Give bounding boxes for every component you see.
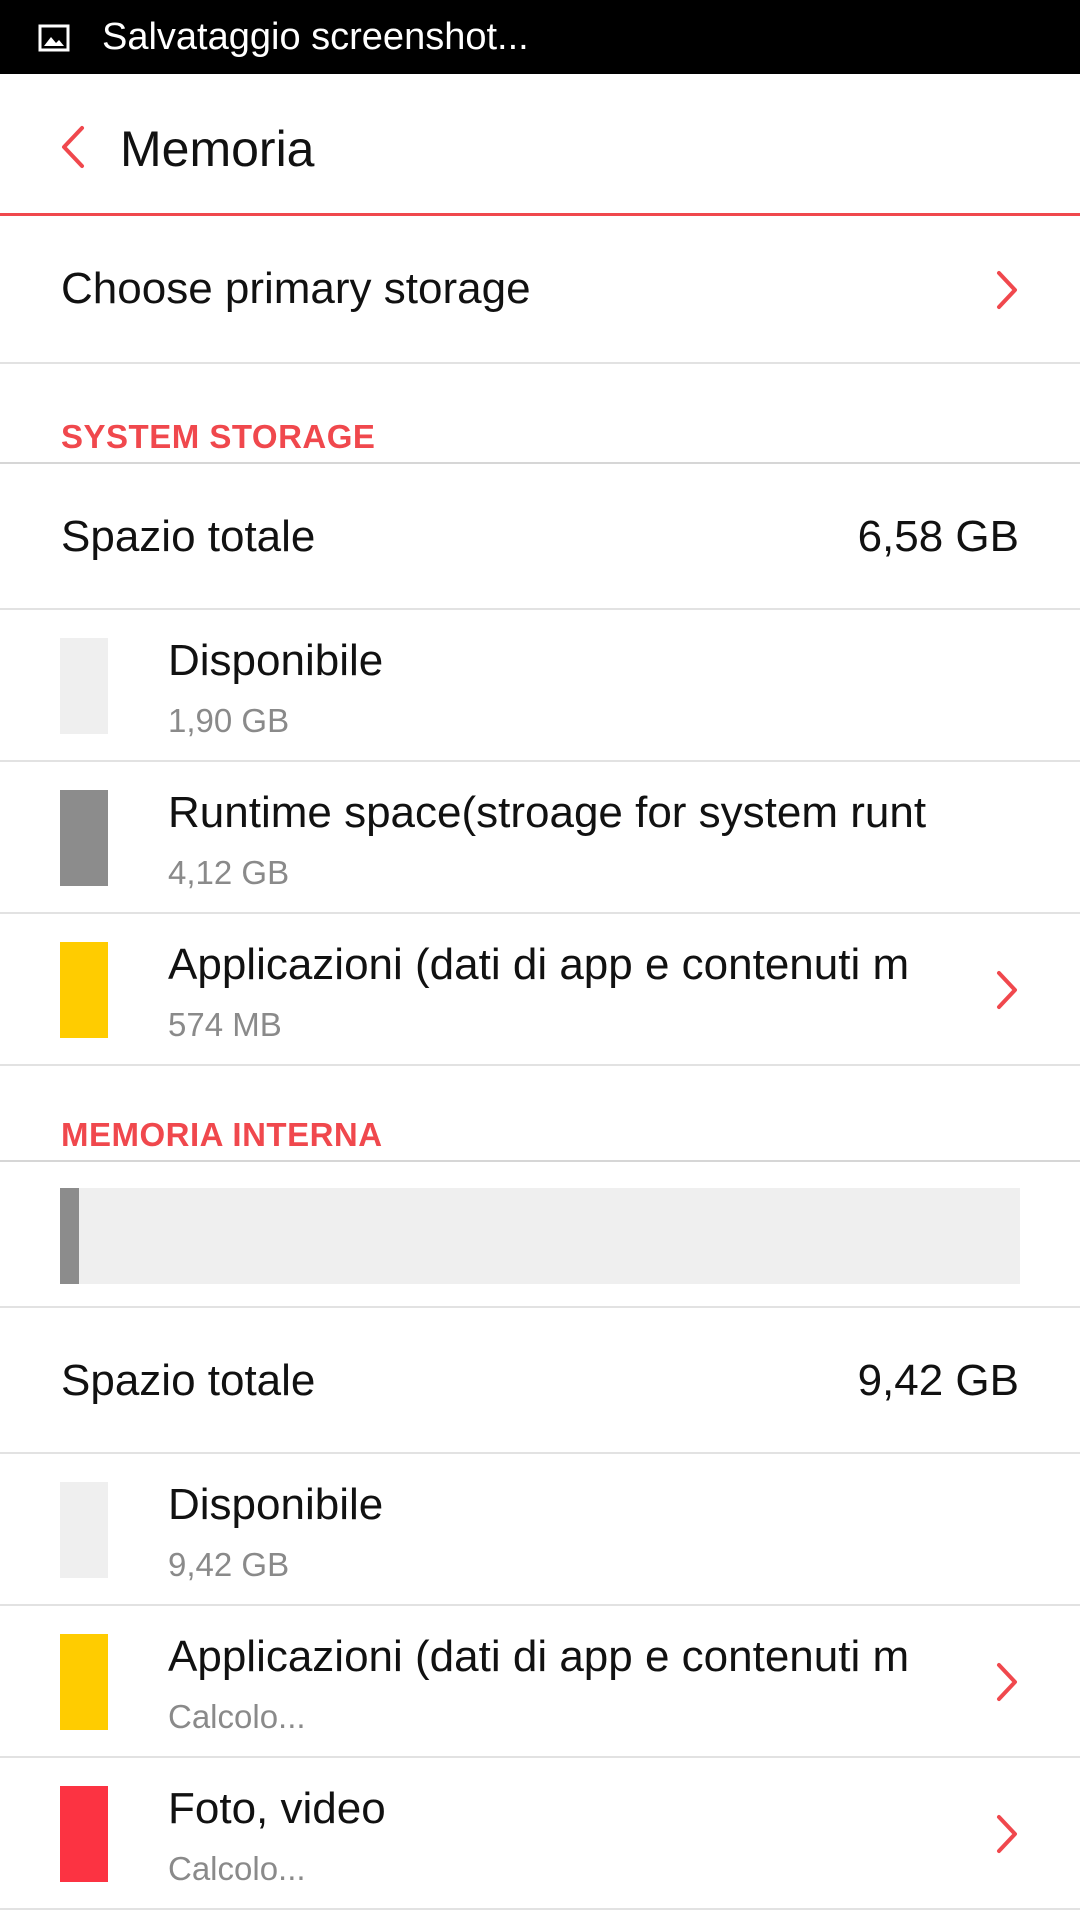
- item-size: Calcolo...: [168, 1698, 306, 1735]
- system-total-row: Spazio totale 6,58 GB: [0, 464, 1080, 610]
- status-text: Salvataggio screenshot...: [102, 16, 529, 58]
- choose-primary-storage-label: Choose primary storage: [61, 264, 531, 313]
- color-swatch: [60, 942, 108, 1038]
- chevron-right-icon: [997, 271, 1017, 309]
- color-swatch: [60, 1786, 108, 1882]
- item-size: 1,90 GB: [168, 702, 290, 739]
- section-title: SYSTEM STORAGE: [61, 418, 376, 455]
- chevron-left-icon[interactable]: [58, 124, 88, 170]
- item-title: Foto, video: [168, 1784, 386, 1833]
- app-bar: Memoria: [0, 74, 1080, 216]
- color-swatch: [60, 790, 108, 886]
- total-space-label: Spazio totale: [61, 1356, 316, 1405]
- item-title: Disponibile: [168, 636, 384, 685]
- chevron-right-icon: [997, 971, 1017, 1009]
- color-swatch: [60, 1634, 108, 1730]
- item-size: 9,42 GB: [168, 1546, 290, 1583]
- page-title: Memoria: [120, 121, 315, 177]
- storage-item-apps[interactable]: Applicazioni (dati di app e contenuti m …: [0, 914, 1080, 1066]
- internal-total-row: Spazio totale 9,42 GB: [0, 1308, 1080, 1454]
- item-size: Calcolo...: [168, 1850, 306, 1887]
- item-size: 574 MB: [168, 1006, 282, 1043]
- storage-usage-used: [60, 1188, 80, 1284]
- item-title: Disponibile: [168, 1480, 384, 1529]
- chevron-right-icon: [997, 1815, 1017, 1853]
- item-title: Applicazioni (dati di app e contenuti m: [168, 1632, 974, 1682]
- item-title: Runtime space(stroage for system runt: [168, 788, 1004, 838]
- storage-item-apps[interactable]: Applicazioni (dati di app e contenuti m …: [0, 1606, 1080, 1758]
- storage-item-photos-videos[interactable]: Foto, video Calcolo...: [0, 1758, 1080, 1910]
- storage-item-available: Disponibile 1,90 GB: [0, 610, 1080, 762]
- storage-item-available: Disponibile 9,42 GB: [0, 1454, 1080, 1606]
- status-bar: Salvataggio screenshot...: [0, 0, 1080, 74]
- image-icon: [38, 24, 70, 52]
- internal-usage-row: [0, 1162, 1080, 1308]
- total-space-value: 6,58 GB: [857, 512, 1019, 561]
- color-swatch: [60, 638, 108, 734]
- item-title: Applicazioni (dati di app e contenuti m: [168, 940, 974, 990]
- total-space-value: 9,42 GB: [857, 1356, 1019, 1405]
- choose-primary-storage-row[interactable]: Choose primary storage: [0, 216, 1080, 364]
- section-title: MEMORIA INTERNA: [61, 1116, 383, 1153]
- item-size: 4,12 GB: [168, 854, 290, 891]
- color-swatch: [60, 1482, 108, 1578]
- storage-usage-bar: [60, 1188, 1020, 1284]
- total-space-label: Spazio totale: [61, 512, 316, 561]
- section-header-system-storage: SYSTEM STORAGE: [0, 364, 1080, 464]
- chevron-right-icon: [997, 1663, 1017, 1701]
- storage-item-runtime-space: Runtime space(stroage for system runt 4,…: [0, 762, 1080, 914]
- section-header-internal-memory: MEMORIA INTERNA: [0, 1066, 1080, 1162]
